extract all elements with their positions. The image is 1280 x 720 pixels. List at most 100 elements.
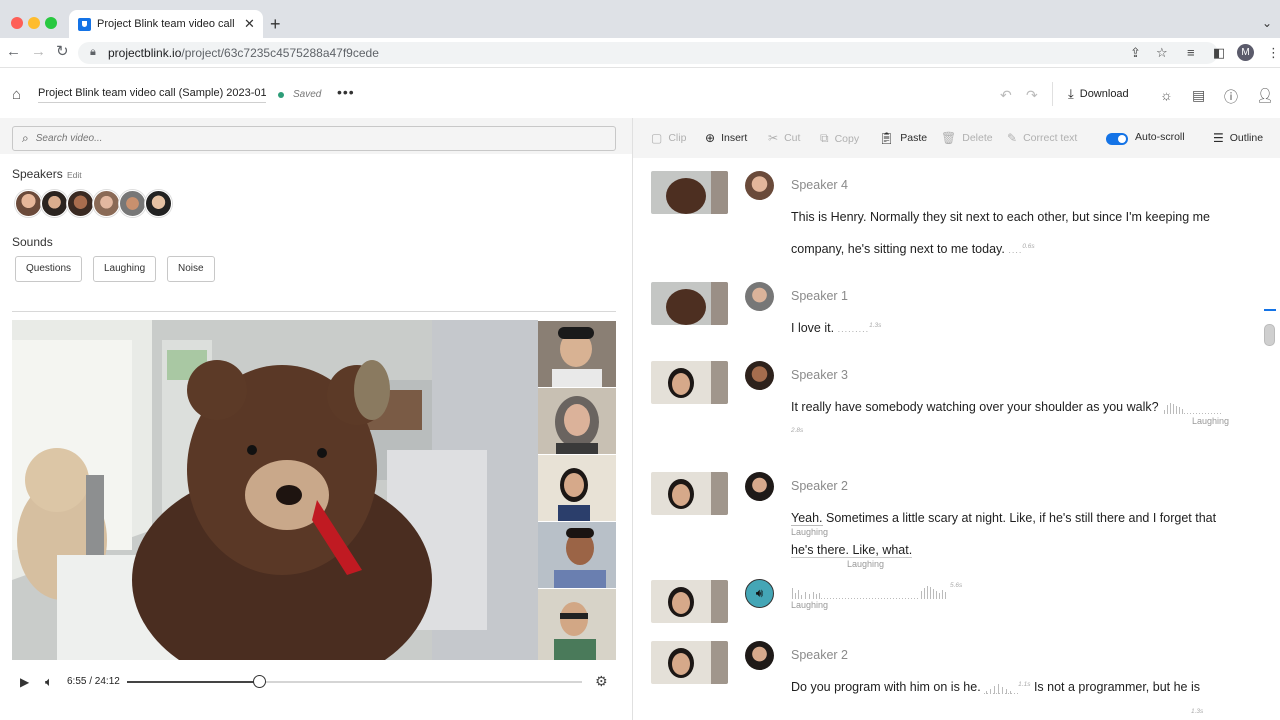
transcript-line[interactable]: This is Henry. Normally they sit next to… — [791, 210, 1210, 224]
participant-tile-image — [538, 455, 616, 521]
transcript-scrollbar[interactable] — [1264, 324, 1275, 346]
search-video-field[interactable]: ⌕ — [12, 126, 616, 151]
correct-text-label: Correct text — [1023, 132, 1078, 144]
reading-list-icon[interactable]: ≡ — [1187, 45, 1195, 60]
side-panel-icon[interactable]: ◧ — [1213, 45, 1225, 61]
speaker-avatar[interactable] — [745, 282, 774, 311]
sound-tag: Laughing — [1192, 416, 1230, 426]
info-icon[interactable]: ⓘ — [1224, 87, 1238, 107]
paste-button[interactable]: 📋︎ Paste — [879, 131, 927, 145]
speakers-edit-link[interactable]: Edit — [67, 170, 82, 180]
url-text[interactable]: projectblink.io/project/63c7235c4575288a… — [108, 46, 379, 60]
project-title[interactable]: Project Blink team video call (Sample) 2… — [38, 87, 266, 103]
transcript-text: Is not a programmer, but he is — [1033, 680, 1200, 694]
speaker-avatar[interactable] — [745, 361, 774, 390]
download-button[interactable]: ⤓ Download — [1068, 86, 1129, 102]
play-button[interactable]: ▶ — [20, 675, 29, 689]
copy-button[interactable]: ⧉ Copy — [820, 131, 859, 146]
comments-icon[interactable]: ▤ — [1192, 87, 1205, 104]
speaker-avatar[interactable] — [119, 190, 146, 217]
search-input[interactable] — [35, 133, 576, 144]
transcript-thumbnail[interactable] — [651, 361, 728, 404]
thumbnail-image — [651, 641, 728, 684]
new-tab-icon[interactable]: + — [270, 14, 281, 34]
minimize-window-button[interactable] — [28, 17, 40, 29]
pause-marker: .... — [1008, 245, 1023, 255]
sound-chip-questions[interactable]: Questions — [15, 256, 83, 282]
zoom-window-button[interactable] — [45, 17, 57, 29]
transcript-line[interactable]: It really have somebody watching over yo… — [791, 400, 1223, 414]
video-frame-image — [12, 320, 616, 660]
speaker-avatar[interactable] — [93, 190, 120, 217]
transcript-line[interactable]: company, he's sitting next to me today. … — [791, 242, 1035, 256]
participant-tile[interactable] — [538, 454, 616, 521]
correct-text-button[interactable]: ✎ Correct text — [1007, 131, 1077, 145]
speaker-avatar[interactable] — [41, 190, 68, 217]
speaker-name[interactable]: Speaker 3 — [791, 368, 848, 382]
clip-button[interactable]: ▢ Clip — [651, 131, 686, 145]
speaker-avatar[interactable] — [745, 472, 774, 501]
transcript-line[interactable]: he's there. Like, what. — [791, 543, 913, 558]
close-tab-icon[interactable]: ✕ — [244, 16, 255, 32]
speaker-avatar[interactable] — [67, 190, 94, 217]
lock-icon[interactable]: 🔒︎ — [90, 46, 96, 59]
transcript-thumbnail[interactable] — [651, 580, 728, 623]
gear-icon[interactable]: ⚙ — [595, 673, 608, 690]
participant-tile[interactable] — [538, 320, 616, 387]
back-arrow-icon[interactable]: ← — [6, 44, 21, 60]
browser-tab[interactable]: Project Blink team video call (S ✕ — [69, 10, 263, 38]
participant-tile[interactable] — [538, 588, 616, 660]
transcript-text: Sometimes a little scary at night. Like,… — [826, 511, 1217, 525]
profile-avatar[interactable]: M — [1237, 44, 1254, 61]
pause-duration: 0.6s — [1022, 242, 1035, 250]
browser-menu-icon[interactable]: ⋮ — [1267, 45, 1280, 61]
speaker-name[interactable]: Speaker 2 — [791, 479, 848, 493]
pause-duration: 2.8s — [791, 427, 804, 434]
share-icon[interactable]: ⇪ — [1130, 45, 1141, 61]
bookmark-star-icon[interactable]: ☆ — [1156, 45, 1168, 61]
speaker-avatar[interactable] — [145, 190, 172, 217]
url-host: projectblink.io — [108, 46, 182, 60]
video-player[interactable] — [12, 320, 616, 660]
close-window-button[interactable] — [11, 17, 23, 29]
list-icon: ☰ — [1213, 131, 1224, 145]
download-icon: ⤓ — [1068, 86, 1074, 101]
clip-icon: ▢ — [651, 131, 663, 145]
transcript-line[interactable]: Do you program with him on is he. 1.1s I… — [791, 680, 1200, 694]
reload-icon[interactable]: ↻ — [56, 44, 69, 60]
undo-icon[interactable]: ↶ — [1000, 87, 1012, 104]
cut-button[interactable]: ✂ Cut — [768, 131, 800, 145]
speaker-avatar[interactable] — [15, 190, 42, 217]
seek-handle[interactable] — [253, 675, 266, 688]
forward-arrow-icon[interactable]: → — [31, 44, 46, 60]
transcript-line[interactable]: Yeah. Sometimes a little scary at night.… — [791, 511, 1217, 526]
participant-tile[interactable] — [538, 521, 616, 588]
speaker-avatar[interactable] — [745, 171, 774, 200]
speaker-name[interactable]: Speaker 4 — [791, 178, 848, 192]
transcript-thumbnail[interactable] — [651, 282, 728, 325]
more-options-icon[interactable]: ••• — [337, 84, 355, 100]
lightbulb-icon[interactable]: ☼ — [1160, 87, 1173, 103]
transcript-text: Do you program with him on is he. — [791, 680, 981, 694]
speaker-name[interactable]: Speaker 1 — [791, 289, 848, 303]
home-icon[interactable]: ⌂ — [12, 86, 21, 103]
volume-icon[interactable]: 🔈︎ — [45, 674, 53, 690]
redo-icon[interactable]: ↷ — [1026, 87, 1038, 104]
sound-chip-laughing[interactable]: Laughing — [93, 256, 157, 282]
speaker-name[interactable]: Speaker 2 — [791, 648, 848, 662]
outline-button[interactable]: ☰ Outline — [1213, 131, 1263, 145]
speaker-avatar[interactable] — [745, 641, 774, 670]
tab-search-chevron-icon[interactable]: ⌄ — [1262, 16, 1272, 30]
transcript-thumbnail[interactable] — [651, 641, 728, 684]
trash-icon: 🗑︎ — [941, 131, 957, 145]
transcript-thumbnail[interactable] — [651, 171, 728, 214]
delete-button[interactable]: 🗑︎ Delete — [941, 131, 993, 145]
transcript-thumbnail[interactable] — [651, 472, 728, 515]
sound-speaker-icon[interactable]: 🔊︎ — [745, 579, 774, 608]
insert-button[interactable]: ⊕ Insert — [705, 131, 747, 145]
participant-tile[interactable] — [538, 387, 616, 454]
sound-chip-noise[interactable]: Noise — [167, 256, 215, 282]
user-icon[interactable]: 👤︎ — [1256, 87, 1274, 104]
transcript-line[interactable]: I love it. .........1.3s — [791, 321, 881, 335]
autoscroll-toggle[interactable] — [1106, 133, 1128, 145]
